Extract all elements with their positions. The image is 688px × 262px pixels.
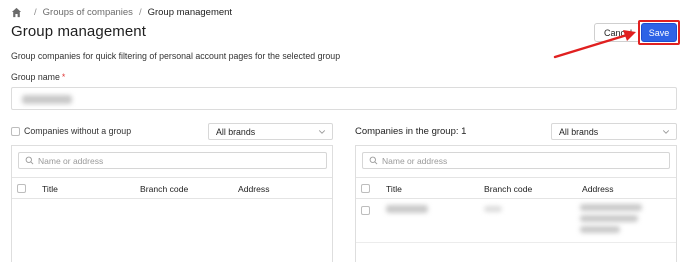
breadcrumb-separator: / [138,6,142,18]
row-address-redacted-line3 [580,226,620,233]
column-address[interactable]: Address [238,184,270,194]
row-checkbox[interactable] [361,206,370,215]
right-table-header: Title Branch code Address [356,177,676,199]
column-branch-code[interactable]: Branch code [484,184,532,194]
row-branch-code-redacted [484,206,502,212]
companies-without-group-label: Companies without a group [24,126,132,136]
right-select-all-checkbox[interactable] [361,184,370,193]
search-icon [25,156,34,165]
breadcrumb: / Groups of companies / Group management [11,5,232,19]
group-name-value-redacted [22,95,72,104]
left-select-all-checkbox[interactable] [17,184,26,193]
breadcrumb-separator: / [34,6,37,18]
page-subtitle: Group companies for quick filtering of p… [11,51,341,61]
search-icon [369,156,378,165]
row-address-redacted-line2 [580,215,638,222]
left-table-header: Title Branch code Address [12,177,332,199]
column-branch-code[interactable]: Branch code [140,184,188,194]
right-brand-select[interactable]: All brands [551,123,677,140]
left-companies-panel: Name or address Title Branch code Addres… [11,145,333,262]
left-brand-select[interactable]: All brands [208,123,333,140]
right-companies-panel: Name or address Title Branch code Addres… [355,145,677,262]
left-search-input[interactable]: Name or address [18,152,327,169]
breadcrumb-groups-link[interactable]: Groups of companies [43,7,133,18]
group-companies-heading: Companies in the group: 1 [355,126,467,137]
save-button[interactable]: Save [641,23,677,42]
group-companies-count: 1 [461,126,467,137]
column-title[interactable]: Title [386,184,402,194]
chevron-down-icon [318,130,326,134]
companies-without-group-checkbox[interactable] [11,127,20,136]
table-row[interactable] [356,199,676,243]
cancel-button[interactable]: Cancel [594,23,640,42]
page-title: Group management [11,23,147,40]
column-title[interactable]: Title [42,184,58,194]
row-address-redacted-line1 [580,204,642,211]
row-title-redacted [386,205,428,213]
breadcrumb-current: Group management [147,6,233,18]
required-mark: * [61,72,66,82]
home-icon[interactable] [11,7,22,18]
right-search-input[interactable]: Name or address [362,152,670,169]
group-name-label: Group name * [11,72,66,82]
chevron-down-icon [662,130,670,134]
group-name-input[interactable] [11,87,677,110]
column-address[interactable]: Address [582,184,614,194]
